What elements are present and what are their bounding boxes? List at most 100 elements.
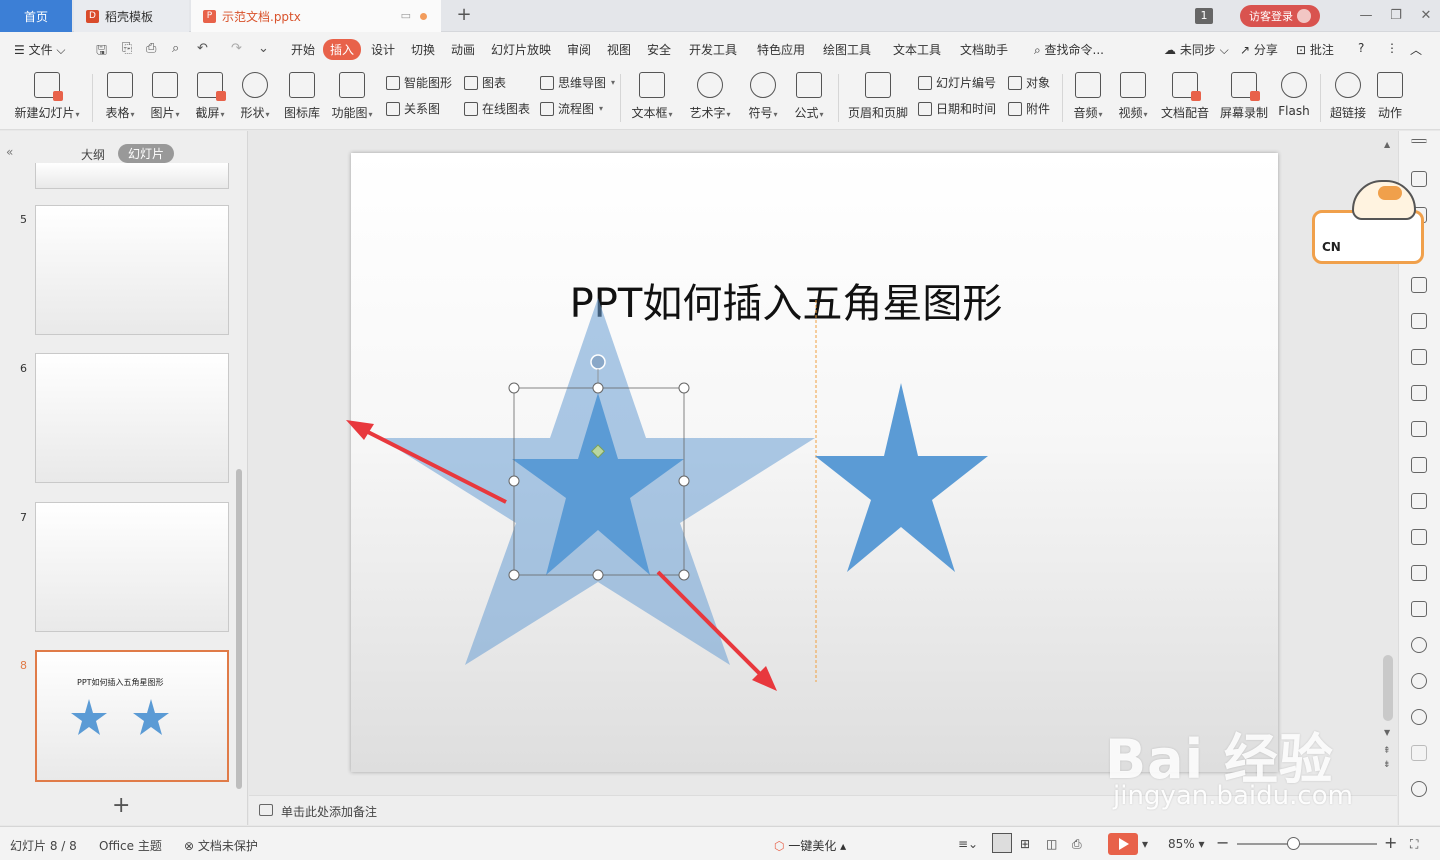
slide-thumbnail-8[interactable]: PPT如何插入五角星图形 xyxy=(35,650,229,782)
sidebar-archive-icon[interactable] xyxy=(1411,529,1427,545)
menu-animation[interactable]: 动画 xyxy=(451,41,475,58)
sidebar-menu-icon[interactable] xyxy=(1411,139,1427,143)
slide-thumbnail-7[interactable] xyxy=(35,502,229,632)
table-button[interactable]: 表格▾ xyxy=(102,66,138,121)
tab-daoke-template[interactable]: D 稻壳模板 xyxy=(74,0,189,32)
sidebar-paint-icon[interactable] xyxy=(1411,277,1427,293)
normal-view-icon[interactable] xyxy=(992,833,1012,853)
theme-name[interactable]: Office 主题 xyxy=(99,837,162,854)
fit-window-icon[interactable]: ⛶ xyxy=(1410,837,1418,852)
zoom-level[interactable]: 85% ▾ xyxy=(1168,837,1205,851)
close-icon[interactable]: ✕ xyxy=(1416,6,1436,26)
header-footer-button[interactable]: 页眉和页脚 xyxy=(846,66,910,121)
menu-file[interactable]: ☰ 文件 ⌵ xyxy=(14,41,66,58)
zoom-slider-handle[interactable] xyxy=(1287,837,1300,850)
print-icon[interactable]: ⎙ xyxy=(146,41,156,56)
audio-button[interactable]: 音频▾ xyxy=(1070,66,1106,121)
object-button[interactable]: 对象 xyxy=(1008,74,1050,91)
sidebar-picture-icon[interactable] xyxy=(1411,565,1427,581)
scroll-up-icon[interactable]: ▲ xyxy=(1384,140,1390,149)
menu-doc-assistant[interactable]: 文档助手 xyxy=(960,41,1008,58)
share-button[interactable]: ↗ 分享 xyxy=(1240,41,1278,58)
video-button[interactable]: 视频▾ xyxy=(1114,66,1152,121)
window-count-badge[interactable]: 1 xyxy=(1195,8,1213,24)
slides-view-tab[interactable]: 幻灯片 xyxy=(118,144,175,163)
print-preview-icon[interactable]: ⌕ xyxy=(172,41,179,56)
tab-document[interactable]: P 示范文档.pptx ▭ xyxy=(191,0,441,32)
notes-placeholder[interactable]: 单击此处添加备注 xyxy=(281,803,377,820)
new-tab-button[interactable]: + xyxy=(452,4,476,28)
menu-developer[interactable]: 开发工具 xyxy=(689,41,737,58)
add-slide-button[interactable]: + xyxy=(112,793,130,818)
function-chart-button[interactable]: 功能图▾ xyxy=(328,66,376,121)
sidebar-speaker-icon[interactable] xyxy=(1411,601,1427,617)
action-button[interactable]: 动作 xyxy=(1372,66,1408,121)
menu-design[interactable]: 设计 xyxy=(371,41,395,58)
command-search[interactable]: ⌕ 查找命令... xyxy=(1034,41,1104,58)
flowchart-button[interactable]: 流程图 ▾ xyxy=(540,100,603,117)
comment-button[interactable]: ⊡ 批注 xyxy=(1296,41,1334,58)
attachment-button[interactable]: 附件 xyxy=(1008,100,1050,117)
tab-home[interactable]: 首页 xyxy=(0,0,72,32)
sidebar-location-icon[interactable] xyxy=(1411,781,1427,797)
save-icon[interactable]: 🖫 xyxy=(96,41,107,63)
hyperlink-button[interactable]: 超链接 xyxy=(1328,66,1368,121)
sidebar-table-icon[interactable] xyxy=(1411,313,1427,329)
slide-title[interactable]: PPT如何插入五角星图形 xyxy=(351,271,1221,329)
one-click-beautify-button[interactable]: ⬡ 一键美化 ▴ xyxy=(774,837,846,854)
sidebar-export-icon[interactable] xyxy=(1411,493,1427,509)
slide-8[interactable]: PPT如何插入五角星图形 xyxy=(351,153,1278,772)
outline-view-tab[interactable]: 大纲 xyxy=(81,146,105,163)
sidebar-shield-icon[interactable] xyxy=(1411,637,1427,653)
play-slideshow-button[interactable] xyxy=(1108,833,1138,855)
sidebar-image-icon[interactable] xyxy=(1411,457,1427,473)
prev-slide-icon[interactable]: ⇞ xyxy=(1383,746,1391,756)
collapse-panel-icon[interactable]: « xyxy=(6,145,13,159)
sidebar-settings-icon[interactable] xyxy=(1411,421,1427,437)
online-chart-button[interactable]: 在线图表 xyxy=(464,100,530,117)
presenter-view-icon[interactable]: ⎙ xyxy=(1072,837,1082,852)
new-slide-button[interactable]: 新建幻灯片▾ xyxy=(10,66,84,121)
flash-button[interactable]: Flash xyxy=(1276,66,1312,118)
menu-view[interactable]: 视图 xyxy=(607,41,631,58)
minimize-icon[interactable]: — xyxy=(1356,6,1376,26)
help-icon[interactable]: ? xyxy=(1358,41,1364,55)
screen-record-button[interactable]: 屏幕录制 xyxy=(1218,66,1270,121)
sidebar-chart-icon[interactable] xyxy=(1411,385,1427,401)
reading-view-icon[interactable]: ◫ xyxy=(1046,837,1057,851)
redo-icon[interactable]: ↷ xyxy=(231,41,242,56)
sidebar-help-icon[interactable] xyxy=(1411,709,1427,725)
zoom-slider[interactable] xyxy=(1237,843,1377,845)
menu-start[interactable]: 开始 xyxy=(291,41,315,58)
more-icon[interactable]: ⋮ xyxy=(1386,41,1398,55)
doc-dubbing-button[interactable]: 文档配音 xyxy=(1160,66,1210,121)
shape-button[interactable]: 形状▾ xyxy=(236,66,274,121)
zoom-in-button[interactable]: + xyxy=(1384,833,1397,852)
play-options-icon[interactable]: ▾ xyxy=(1142,837,1148,851)
menu-security[interactable]: 安全 xyxy=(647,41,671,58)
symbol-button[interactable]: 符号▾ xyxy=(744,66,782,121)
input-method-mascot[interactable]: CN xyxy=(1312,180,1424,266)
date-time-button[interactable]: 日期和时间 xyxy=(918,100,996,117)
sidebar-cube-icon[interactable] xyxy=(1411,745,1427,761)
sidebar-grid-icon[interactable] xyxy=(1411,349,1427,365)
icon-library-button[interactable]: 图标库 xyxy=(282,66,322,121)
sorter-view-icon[interactable]: ⊞ xyxy=(1020,837,1030,851)
screen-icon[interactable]: ▭ xyxy=(401,9,411,22)
notes-toggle-icon[interactable]: ≡⌄ xyxy=(958,837,978,851)
formula-button[interactable]: 公式▾ xyxy=(790,66,828,121)
menu-transition[interactable]: 切换 xyxy=(411,41,435,58)
menu-text-tools[interactable]: 文本工具 xyxy=(893,41,941,58)
screenshot-button[interactable]: 截屏▾ xyxy=(192,66,228,121)
smart-shape-button[interactable]: 智能图形 xyxy=(386,74,452,91)
visitor-login-button[interactable]: 访客登录 xyxy=(1240,5,1320,27)
slide-thumbnail-5[interactable] xyxy=(35,205,229,335)
menu-features[interactable]: 特色应用 xyxy=(757,41,805,58)
collapse-ribbon-icon[interactable]: ︿ xyxy=(1410,41,1422,58)
thumbnail-scrollbar[interactable] xyxy=(236,469,242,789)
slide-number-button[interactable]: 幻灯片编号 xyxy=(918,74,996,91)
picture-button[interactable]: 图片▾ xyxy=(146,66,184,121)
scroll-down-icon[interactable]: ▼ xyxy=(1384,728,1390,737)
relation-chart-button[interactable]: 关系图 xyxy=(386,100,440,117)
slide-thumbnail-6[interactable] xyxy=(35,353,229,483)
